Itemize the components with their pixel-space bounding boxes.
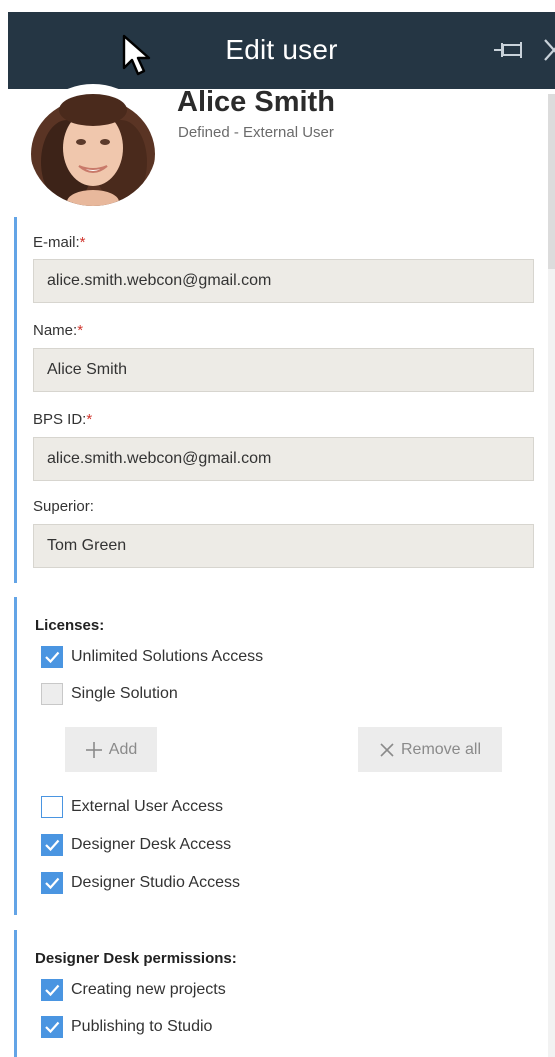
external-user-access-checkbox[interactable]: External User Access bbox=[41, 795, 223, 819]
plus-icon bbox=[85, 741, 102, 758]
add-button-label: Add bbox=[108, 740, 138, 758]
name-field[interactable]: Alice Smith bbox=[33, 348, 534, 392]
add-button[interactable]: Add bbox=[65, 727, 157, 772]
required-mark: * bbox=[77, 322, 84, 339]
superior-label: Superior: bbox=[33, 498, 94, 515]
checkbox-checked-icon[interactable] bbox=[41, 1016, 63, 1038]
panel-title: Edit user bbox=[225, 34, 338, 65]
panel-scrollbar[interactable] bbox=[548, 94, 555, 1057]
creating-new-projects-checkbox[interactable]: Creating new projects bbox=[41, 978, 226, 1002]
licenses-title: Licenses: bbox=[35, 617, 105, 634]
panel-header: Edit user bbox=[8, 12, 555, 89]
mouse-cursor-icon bbox=[122, 34, 151, 76]
close-icon[interactable] bbox=[543, 36, 555, 64]
single-solution-label: Single Solution bbox=[71, 685, 178, 702]
bpsid-label-text: BPS ID: bbox=[33, 411, 87, 428]
bpsid-field[interactable]: alice.smith.webcon@gmail.com bbox=[33, 437, 534, 481]
checkbox-unchecked-icon[interactable] bbox=[41, 796, 63, 818]
creating-new-projects-label: Creating new projects bbox=[71, 981, 226, 998]
single-solution-checkbox[interactable]: Single Solution bbox=[41, 682, 178, 706]
checkbox-checked-icon[interactable] bbox=[41, 646, 63, 668]
name-label-text: Name: bbox=[33, 322, 78, 339]
publishing-to-studio-checkbox[interactable]: Publishing to Studio bbox=[41, 1015, 212, 1039]
section-indicator-basic bbox=[14, 217, 17, 583]
designer-desk-permissions-title: Designer Desk permissions: bbox=[35, 950, 237, 967]
remove-all-button[interactable]: Remove all bbox=[358, 727, 502, 772]
required-mark: * bbox=[86, 411, 93, 428]
designer-desk-access-checkbox[interactable]: Designer Desk Access bbox=[41, 833, 231, 857]
bpsid-label: BPS ID:* bbox=[33, 411, 92, 428]
designer-studio-access-label: Designer Studio Access bbox=[71, 874, 240, 891]
scrollbar-thumb[interactable] bbox=[548, 94, 555, 269]
checkbox-checked-icon[interactable] bbox=[41, 834, 63, 856]
unlimited-solutions-checkbox[interactable]: Unlimited Solutions Access bbox=[41, 645, 263, 669]
name-label: Name:* bbox=[33, 322, 83, 339]
section-indicator-licenses bbox=[14, 597, 17, 915]
checkbox-checked-icon[interactable] bbox=[41, 979, 63, 1001]
publishing-to-studio-label: Publishing to Studio bbox=[71, 1018, 213, 1035]
checkbox-checked-icon[interactable] bbox=[41, 872, 63, 894]
close-icon bbox=[380, 742, 394, 757]
email-field[interactable]: alice.smith.webcon@gmail.com bbox=[33, 259, 534, 303]
pin-icon[interactable] bbox=[492, 38, 526, 62]
designer-studio-access-checkbox[interactable]: Designer Studio Access bbox=[41, 871, 240, 895]
superior-field[interactable]: Tom Green bbox=[33, 524, 534, 568]
email-label-text: E-mail: bbox=[33, 234, 80, 251]
avatar bbox=[29, 84, 157, 206]
user-type: Defined - External User bbox=[178, 124, 334, 141]
section-indicator-permissions bbox=[14, 930, 17, 1057]
remove-all-button-label: Remove all bbox=[400, 740, 482, 758]
user-name: Alice Smith bbox=[177, 86, 335, 118]
email-label: E-mail:* bbox=[33, 234, 86, 251]
designer-desk-access-label: Designer Desk Access bbox=[71, 836, 232, 853]
checkbox-disabled-icon[interactable] bbox=[41, 683, 63, 705]
required-mark: * bbox=[79, 234, 86, 251]
unlimited-solutions-label: Unlimited Solutions Access bbox=[71, 648, 264, 665]
external-user-access-label: External User Access bbox=[71, 798, 224, 815]
